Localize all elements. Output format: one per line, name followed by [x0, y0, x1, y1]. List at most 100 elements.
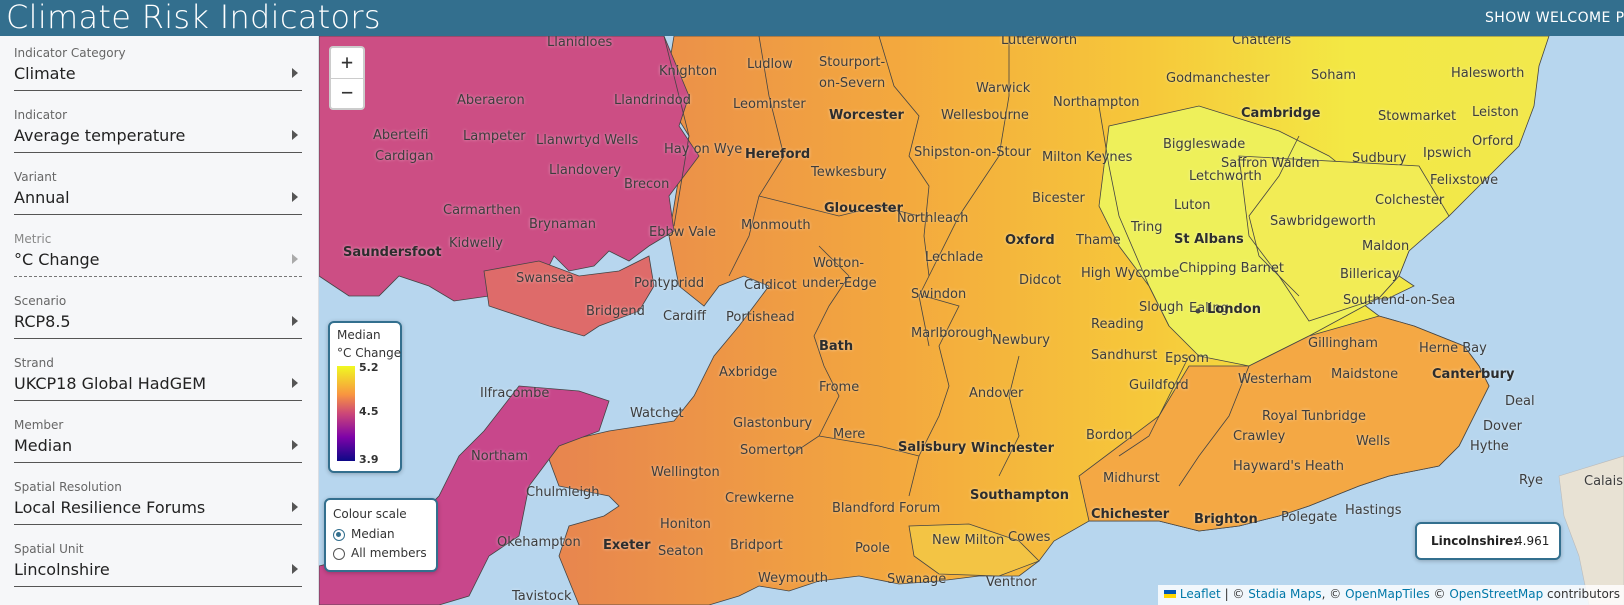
color-legend: Median °C Change 5.2 4.5 3.9 [328, 321, 402, 473]
ukraine-flag-icon [1163, 590, 1176, 598]
legend-title: Median [337, 328, 381, 342]
place-label: Ludlow [747, 57, 793, 72]
place-label: Cambridge [1241, 106, 1321, 121]
place-label: Monmouth [741, 218, 811, 233]
variant-select[interactable]: Variant Annual [14, 160, 302, 216]
place-label: London [1207, 302, 1261, 317]
place-label: Marlborough [911, 326, 994, 341]
field-label: Spatial Resolution [14, 480, 122, 494]
place-label: Swanage [887, 572, 947, 587]
radio-label: Median [351, 527, 395, 541]
field-underline [14, 400, 302, 401]
place-label: Tavistock [512, 589, 572, 604]
place-label: Chulmleigh [526, 485, 600, 500]
place-label: Llanwrtyd Wells [536, 133, 639, 148]
field-underline [14, 462, 302, 463]
leaflet-link[interactable]: Leaflet [1180, 587, 1221, 601]
place-label: Maldon [1362, 239, 1410, 254]
field-underline [14, 586, 302, 587]
field-label: Indicator [14, 108, 68, 122]
place-label: Winchester [971, 441, 1055, 456]
field-value: Lincolnshire [14, 560, 110, 579]
spatial-unit-select[interactable]: Spatial Unit Lincolnshire [14, 532, 302, 588]
place-label: Royal Tunbridge [1262, 409, 1366, 424]
place-label: Sudbury [1352, 151, 1407, 166]
place-label: Llandrindod [614, 93, 691, 108]
place-label: Honiton [660, 517, 711, 532]
place-label: Llanidloes [547, 36, 613, 50]
place-label: Hythe [1470, 439, 1509, 454]
place-label: Warwick [976, 81, 1031, 96]
place-label: Exeter [603, 538, 651, 553]
indicator-select[interactable]: Indicator Average temperature [14, 98, 302, 154]
place-label: Brecon [624, 177, 670, 192]
caret-right-icon [292, 68, 298, 78]
place-label: Crewkerne [725, 491, 795, 506]
place-label: Lampeter [463, 129, 526, 144]
place-label: Canterbury [1432, 367, 1515, 382]
show-welcome-button[interactable]: SHOW WELCOME P [1485, 10, 1624, 26]
caret-right-icon [292, 130, 298, 140]
place-label: Bordon [1086, 428, 1133, 443]
place-label: Ventnor [986, 575, 1037, 590]
stadia-link[interactable]: Stadia Maps [1248, 587, 1321, 601]
member-select[interactable]: Member Median [14, 408, 302, 464]
place-label: Chipping Barnet [1179, 261, 1285, 276]
colour-scale-panel: Colour scale Median All members [324, 498, 438, 572]
caret-right-icon [292, 378, 298, 388]
info-unit-name: Lincolnshire: [1431, 534, 1518, 548]
place-label: Aberteifi [373, 128, 429, 143]
place-label: Cowes [1008, 530, 1051, 545]
zoom-out-button[interactable]: − [331, 78, 363, 108]
indicator-category-select[interactable]: Indicator Category Climate [14, 36, 302, 92]
field-value: °C Change [14, 250, 100, 269]
attribution-suffix: contributors [1543, 587, 1620, 601]
place-label: Leiston [1472, 105, 1519, 120]
place-label: Worcester [829, 108, 904, 123]
place-label: Seaton [658, 544, 704, 559]
place-label: Ebbw Vale [649, 225, 716, 240]
place-label: Bath [819, 339, 854, 354]
place-label: Portishead [726, 310, 795, 325]
place-label: Colchester [1375, 193, 1445, 208]
place-label: Cardigan [375, 149, 434, 164]
openstreetmap-link[interactable]: OpenStreetMap [1449, 587, 1543, 601]
place-label: Glastonbury [733, 416, 813, 431]
caret-right-icon [292, 564, 298, 574]
place-label: Shipston-on-Stour [914, 145, 1032, 160]
place-label: Swindon [911, 287, 967, 302]
place-label: Maidstone [1331, 367, 1399, 382]
legend-gradient-bar [337, 366, 355, 461]
place-label: Frome [819, 380, 860, 395]
place-label: Calais [1584, 474, 1624, 489]
place-label: Southampton [970, 488, 1070, 503]
place-label: Westerham [1238, 372, 1312, 387]
place-label: Pontypridd [634, 276, 705, 291]
place-label: Billericay [1340, 267, 1400, 282]
place-label: Caldicot [744, 278, 797, 293]
caret-right-icon [292, 192, 298, 202]
place-label: Carmarthen [443, 203, 521, 218]
place-label: Bridgend [586, 304, 645, 319]
strand-select[interactable]: Strand UKCP18 Global HadGEM [14, 346, 302, 402]
spatial-resolution-select[interactable]: Spatial Resolution Local Resilience Foru… [14, 470, 302, 526]
place-label: Northampton [1053, 95, 1140, 110]
zoom-in-button[interactable]: + [331, 48, 363, 79]
field-label: Indicator Category [14, 46, 126, 60]
place-label: Somerton [740, 443, 804, 458]
place-label: Deal [1505, 394, 1535, 409]
openmaptiles-link[interactable]: OpenMapTiles [1345, 587, 1430, 601]
scenario-select[interactable]: Scenario RCP8.5 [14, 284, 302, 340]
place-label: Herne Bay [1419, 341, 1487, 356]
attribution-sep: © [1429, 587, 1450, 601]
place-label: Sandhurst [1091, 348, 1158, 363]
place-label: Axbridge [719, 365, 778, 380]
place-label: Wotton- [813, 256, 865, 271]
field-value: Climate [14, 64, 76, 83]
place-label: Brynaman [529, 217, 597, 232]
info-unit-value: 4.961 [1515, 534, 1550, 548]
map-view[interactable]: Llanidloes Knighton Ludlow Stourport- on… [319, 36, 1624, 605]
place-label: Hay on Wye [664, 142, 743, 157]
colour-scale-title: Colour scale [333, 507, 407, 521]
place-label: Weymouth [758, 571, 828, 586]
